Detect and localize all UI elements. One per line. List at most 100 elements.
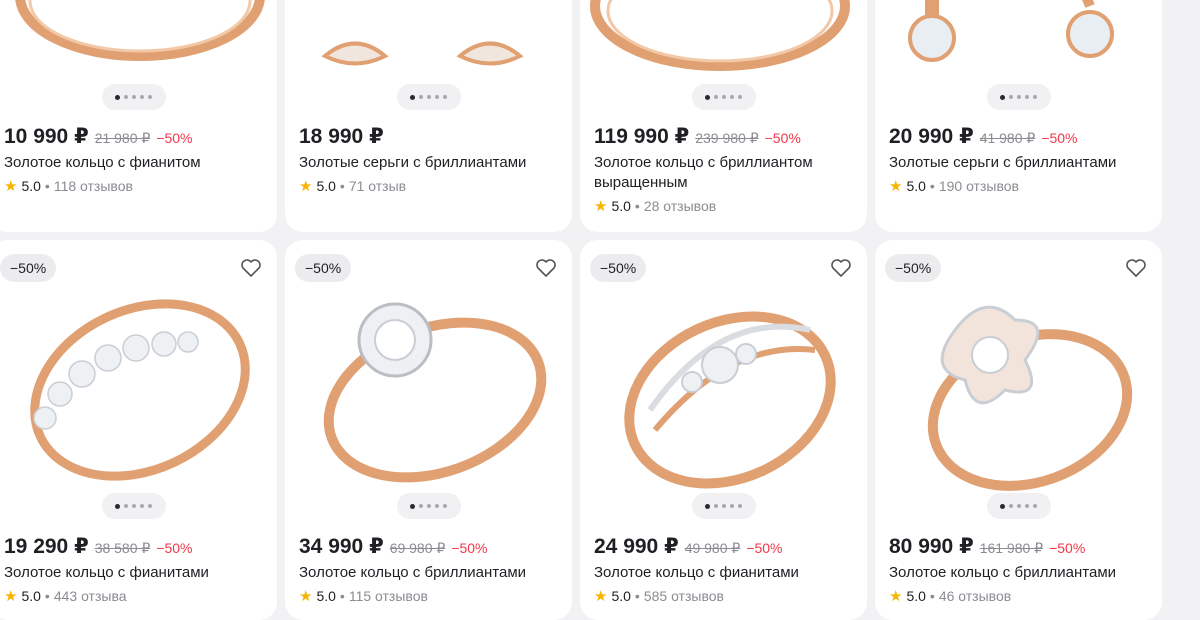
product-image[interactable] [580, 270, 867, 510]
image-pagination[interactable] [691, 493, 756, 519]
product-title[interactable]: Золотые серьги с бриллиантами [299, 153, 562, 173]
pagination-dot[interactable] [115, 503, 120, 509]
image-pagination[interactable] [396, 493, 461, 519]
discount-badge: −50% [0, 254, 57, 282]
pagination-dot[interactable] [722, 95, 726, 99]
product-info: 18 990 ₽ Золотые серьги с бриллиантами ★… [299, 124, 562, 195]
product-title[interactable]: Золотое кольцо с бриллиантом выращенным [594, 153, 857, 193]
pagination-dot[interactable] [1017, 504, 1021, 508]
pagination-dot[interactable] [1033, 95, 1037, 99]
pagination-dot[interactable] [443, 504, 447, 508]
product-card[interactable]: −50% 34 990 ₽ 69 980 ₽ −50% Золотое коль… [285, 240, 572, 620]
pagination-dot[interactable] [705, 503, 710, 509]
reviews-count[interactable]: 585 отзывов [644, 588, 724, 604]
product-card[interactable]: −50% 19 290 ₽ 38 580 ₽ −50% Золотое коль… [0, 240, 277, 620]
clover-ring-image [927, 305, 1133, 491]
pagination-dot[interactable] [410, 94, 415, 100]
pagination-dot[interactable] [443, 95, 447, 99]
pagination-dot[interactable] [714, 504, 718, 508]
product-card[interactable]: 20 990 ₽ 41 980 ₽ −50% Золотые серьги с … [875, 0, 1162, 232]
product-image[interactable] [875, 0, 1162, 84]
product-card[interactable]: −50% 80 990 ₽ 161 980 ₽ −50% Золотое кол… [875, 240, 1162, 620]
reviews-count[interactable]: 28 отзывов [644, 198, 716, 214]
discount-badge: −50% [885, 254, 942, 282]
pagination-dot[interactable] [738, 95, 742, 99]
pagination-dot[interactable] [722, 504, 726, 508]
product-card[interactable]: 119 990 ₽ 239 980 ₽ −50% Золотое кольцо … [580, 0, 867, 232]
pagination-dot[interactable] [435, 95, 439, 99]
product-image[interactable] [0, 270, 277, 510]
product-card[interactable]: −50% 24 990 ₽ 49 980 ₽ −50% Золотое коль… [580, 240, 867, 620]
pagination-dot[interactable] [124, 504, 128, 508]
image-pagination[interactable] [101, 493, 166, 519]
pagination-dot[interactable] [1009, 95, 1013, 99]
image-pagination[interactable] [986, 84, 1051, 110]
pagination-dot[interactable] [1033, 504, 1037, 508]
pagination-dot[interactable] [115, 94, 120, 100]
star-icon: ★ [4, 178, 18, 195]
product-title[interactable]: Золотое кольцо с бриллиантами [299, 563, 562, 583]
old-price: 41 980 ₽ [979, 130, 1036, 146]
product-title[interactable]: Золотое кольцо с фианитом [4, 153, 267, 173]
separator-dot: • [44, 178, 50, 194]
pagination-dot[interactable] [1000, 503, 1005, 509]
product-card[interactable]: 10 990 ₽ 21 980 ₽ −50% Золотое кольцо с … [0, 0, 277, 232]
product-info: 24 990 ₽ 49 980 ₽ −50% Золотое кольцо с … [594, 534, 857, 605]
pagination-dot[interactable] [730, 95, 734, 99]
favorite-heart-icon[interactable] [534, 256, 558, 280]
pagination-dot[interactable] [419, 504, 423, 508]
pagination-dot[interactable] [427, 95, 431, 99]
pagination-dot[interactable] [435, 504, 439, 508]
pagination-dot[interactable] [410, 503, 415, 509]
pagination-dot[interactable] [1009, 504, 1013, 508]
reviews-count[interactable]: 118 отзывов [54, 178, 133, 194]
product-title[interactable]: Золотое кольцо с фианитами [4, 563, 267, 583]
gold-ring-image [15, 0, 265, 61]
product-card[interactable]: 18 990 ₽ Золотые серьги с бриллиантами ★… [285, 0, 572, 232]
old-price: 21 980 ₽ [94, 130, 151, 146]
favorite-heart-icon[interactable] [829, 256, 853, 280]
pagination-dot[interactable] [738, 504, 742, 508]
reviews-count[interactable]: 115 отзывов [349, 588, 428, 604]
product-title[interactable]: Золотое кольцо с бриллиантами [889, 563, 1152, 583]
image-pagination[interactable] [101, 84, 166, 110]
product-image[interactable] [580, 0, 867, 84]
pagination-dot[interactable] [714, 95, 718, 99]
favorite-heart-icon[interactable] [239, 256, 263, 280]
pagination-dot[interactable] [148, 95, 152, 99]
image-pagination[interactable] [691, 84, 756, 110]
pagination-dot[interactable] [140, 504, 144, 508]
pagination-dot[interactable] [132, 95, 136, 99]
image-pagination[interactable] [986, 493, 1051, 519]
product-image[interactable] [0, 0, 277, 84]
pagination-dot[interactable] [705, 94, 710, 100]
discount-badge: −50% [590, 254, 647, 282]
pagination-dot[interactable] [1000, 94, 1005, 100]
rating-row: ★ 5.0 • 190 отзывов [889, 177, 1152, 195]
pagination-dot[interactable] [132, 504, 136, 508]
pagination-dot[interactable] [427, 504, 431, 508]
product-image[interactable] [285, 270, 572, 510]
pagination-dot[interactable] [1025, 95, 1029, 99]
favorite-heart-icon[interactable] [1124, 256, 1148, 280]
pagination-dot[interactable] [419, 95, 423, 99]
image-pagination[interactable] [396, 84, 461, 110]
price: 18 990 ₽ [299, 125, 384, 148]
discount: −50% [451, 540, 488, 556]
product-title[interactable]: Золотое кольцо с фианитами [594, 563, 857, 583]
pagination-dot[interactable] [1025, 504, 1029, 508]
product-image[interactable] [875, 270, 1162, 510]
pagination-dot[interactable] [124, 95, 128, 99]
pagination-dot[interactable] [730, 504, 734, 508]
discount: −50% [156, 540, 193, 556]
pagination-dot[interactable] [148, 504, 152, 508]
reviews-count[interactable]: 71 отзыв [349, 178, 406, 194]
product-title[interactable]: Золотые серьги с бриллиантами [889, 153, 1152, 173]
pagination-dot[interactable] [1017, 95, 1021, 99]
reviews-count[interactable]: 46 отзывов [939, 588, 1011, 604]
halo-ring-image [323, 302, 547, 483]
reviews-count[interactable]: 443 отзыва [54, 588, 127, 604]
reviews-count[interactable]: 190 отзывов [939, 178, 1019, 194]
product-image[interactable] [285, 0, 572, 84]
pagination-dot[interactable] [140, 95, 144, 99]
